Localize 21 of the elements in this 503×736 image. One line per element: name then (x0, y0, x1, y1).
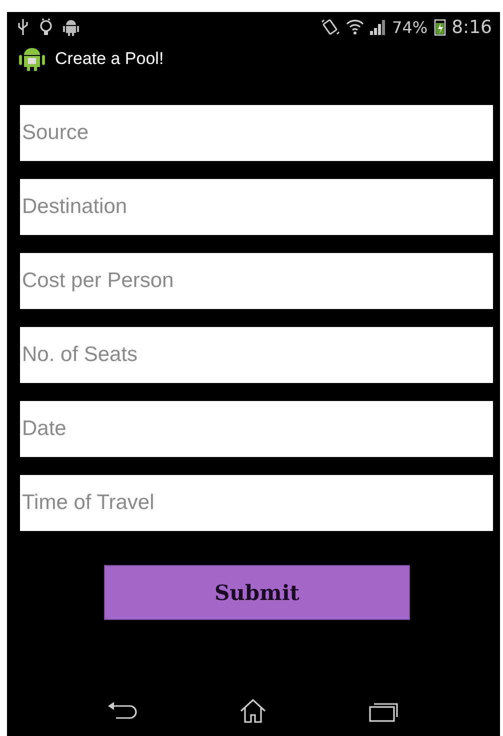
vibrate-icon (320, 18, 340, 36)
input-field[interactable]: Destination (20, 179, 493, 235)
input-field[interactable]: Time of Travel (20, 475, 493, 531)
battery-percentage: 74% (392, 18, 428, 36)
recent-apps-icon[interactable] (369, 700, 400, 722)
lightbulb-icon (39, 18, 53, 36)
signal-icon (370, 19, 386, 35)
usb-icon (17, 18, 29, 36)
screen-title: Create a Pool! (55, 49, 164, 69)
wifi-icon (346, 19, 364, 35)
input-field[interactable]: Cost per Person (20, 253, 493, 309)
battery-icon (434, 18, 446, 36)
input-field[interactable]: Date (20, 401, 493, 457)
clock-time: 8:16 (452, 16, 492, 38)
home-icon[interactable] (239, 699, 268, 723)
app-icon (19, 47, 45, 71)
input-field[interactable]: Source (20, 105, 493, 161)
input-field[interactable]: No. of Seats (20, 327, 493, 383)
back-icon[interactable] (108, 701, 138, 721)
android-icon (63, 18, 79, 36)
submit-button[interactable]: Submit (104, 565, 410, 620)
